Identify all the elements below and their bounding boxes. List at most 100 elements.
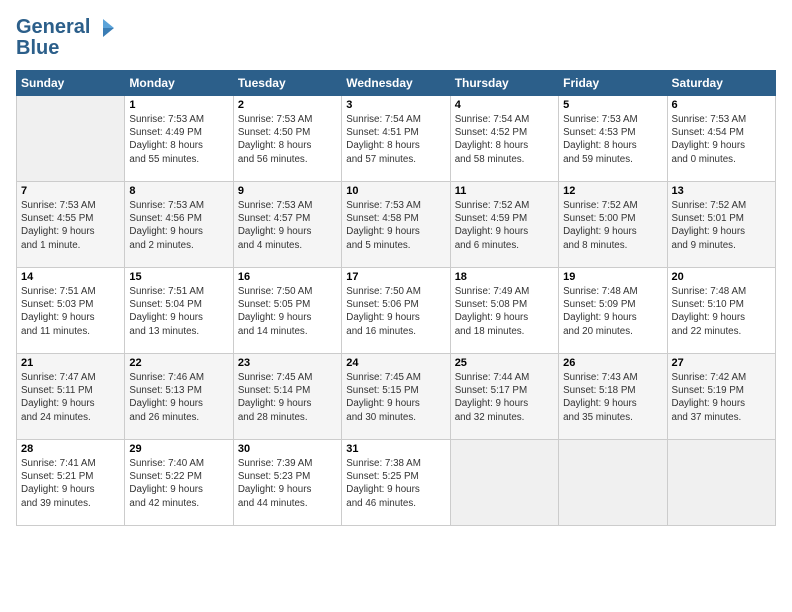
day-number: 21 xyxy=(21,357,120,369)
calendar-cell: 13 Sunrise: 7:52 AM Sunset: 5:01 PM Dayli… xyxy=(667,182,775,268)
day-number: 18 xyxy=(455,271,554,283)
day-info: Sunrise: 7:52 AM Sunset: 5:00 PM Dayligh… xyxy=(563,199,662,252)
day-info: Sunrise: 7:53 AM Sunset: 4:49 PM Dayligh… xyxy=(129,113,228,166)
calendar-cell: 25 Sunrise: 7:44 AM Sunset: 5:17 PM Dayli… xyxy=(450,354,558,440)
day-info: Sunrise: 7:53 AM Sunset: 4:54 PM Dayligh… xyxy=(672,113,771,166)
header-day-friday: Friday xyxy=(559,71,667,96)
day-number: 8 xyxy=(129,185,228,197)
day-number: 28 xyxy=(21,443,120,455)
calendar-cell: 11Sunrise: 7:52 AM Sunset: 4:59 PM Dayli… xyxy=(450,182,558,268)
calendar-cell: 20 Sunrise: 7:48 AM Sunset: 5:10 PM Dayli… xyxy=(667,268,775,354)
calendar-cell: 18 Sunrise: 7:49 AM Sunset: 5:08 PM Dayli… xyxy=(450,268,558,354)
day-number: 6 xyxy=(672,99,771,111)
calendar-cell: 27Sunrise: 7:42 AM Sunset: 5:19 PM Dayli… xyxy=(667,354,775,440)
calendar-cell: 10 Sunrise: 7:53 AM Sunset: 4:58 PM Dayli… xyxy=(342,182,450,268)
day-info: Sunrise: 7:53 AM Sunset: 4:55 PM Dayligh… xyxy=(21,199,120,252)
calendar-cell: 9 Sunrise: 7:53 AM Sunset: 4:57 PM Daylig… xyxy=(233,182,341,268)
day-info: Sunrise: 7:41 AM Sunset: 5:21 PM Dayligh… xyxy=(21,457,120,510)
logo-brand: General xyxy=(16,16,114,39)
calendar-cell: 14 Sunrise: 7:51 AM Sunset: 5:03 PM Dayli… xyxy=(17,268,125,354)
calendar-cell: 15 Sunrise: 7:51 AM Sunset: 5:04 PM Dayli… xyxy=(125,268,233,354)
day-info: Sunrise: 7:53 AM Sunset: 4:56 PM Dayligh… xyxy=(129,199,228,252)
day-info: Sunrise: 7:39 AM Sunset: 5:23 PM Dayligh… xyxy=(238,457,337,510)
day-info: Sunrise: 7:49 AM Sunset: 5:08 PM Dayligh… xyxy=(455,285,554,338)
logo-blue: Blue xyxy=(16,37,59,60)
calendar-cell: 12 Sunrise: 7:52 AM Sunset: 5:00 PM Dayli… xyxy=(559,182,667,268)
day-info: Sunrise: 7:52 AM Sunset: 5:01 PM Dayligh… xyxy=(672,199,771,252)
day-number: 2 xyxy=(238,99,337,111)
header-day-sunday: Sunday xyxy=(17,71,125,96)
header-day-wednesday: Wednesday xyxy=(342,71,450,96)
day-number: 5 xyxy=(563,99,662,111)
calendar-cell: 19 Sunrise: 7:48 AM Sunset: 5:09 PM Dayli… xyxy=(559,268,667,354)
day-info: Sunrise: 7:48 AM Sunset: 5:10 PM Dayligh… xyxy=(672,285,771,338)
day-number: 16 xyxy=(238,271,337,283)
week-row-3: 14 Sunrise: 7:51 AM Sunset: 5:03 PM Dayli… xyxy=(17,268,776,354)
day-info: Sunrise: 7:45 AM Sunset: 5:15 PM Dayligh… xyxy=(346,371,445,424)
page-header: General Blue xyxy=(16,16,776,60)
calendar-cell: 6 Sunrise: 7:53 AM Sunset: 4:54 PM Daylig… xyxy=(667,96,775,182)
day-number: 1 xyxy=(129,99,228,111)
day-number: 23 xyxy=(238,357,337,369)
logo-general: General xyxy=(16,16,90,39)
week-row-5: 28 Sunrise: 7:41 AM Sunset: 5:21 PM Dayli… xyxy=(17,440,776,526)
calendar-cell: 21 Sunrise: 7:47 AM Sunset: 5:11 PM Dayli… xyxy=(17,354,125,440)
day-number: 29 xyxy=(129,443,228,455)
day-info: Sunrise: 7:52 AM Sunset: 4:59 PM Dayligh… xyxy=(455,199,554,252)
calendar-cell: 7 Sunrise: 7:53 AM Sunset: 4:55 PM Daylig… xyxy=(17,182,125,268)
day-number: 15 xyxy=(129,271,228,283)
day-number: 14 xyxy=(21,271,120,283)
day-info: Sunrise: 7:44 AM Sunset: 5:17 PM Dayligh… xyxy=(455,371,554,424)
day-number: 7 xyxy=(21,185,120,197)
calendar-cell: 3Sunrise: 7:54 AM Sunset: 4:51 PM Daylig… xyxy=(342,96,450,182)
day-number: 20 xyxy=(672,271,771,283)
day-number: 10 xyxy=(346,185,445,197)
day-info: Sunrise: 7:51 AM Sunset: 5:04 PM Dayligh… xyxy=(129,285,228,338)
week-row-2: 7 Sunrise: 7:53 AM Sunset: 4:55 PM Daylig… xyxy=(17,182,776,268)
calendar-cell: 29 Sunrise: 7:40 AM Sunset: 5:22 PM Dayli… xyxy=(125,440,233,526)
calendar-cell: 17 Sunrise: 7:50 AM Sunset: 5:06 PM Dayli… xyxy=(342,268,450,354)
day-number: 25 xyxy=(455,357,554,369)
day-info: Sunrise: 7:54 AM Sunset: 4:52 PM Dayligh… xyxy=(455,113,554,166)
calendar-cell: 1 Sunrise: 7:53 AM Sunset: 4:49 PM Daylig… xyxy=(125,96,233,182)
logo-bird-icon xyxy=(92,17,114,39)
day-number: 12 xyxy=(563,185,662,197)
calendar-cell: 30 Sunrise: 7:39 AM Sunset: 5:23 PM Dayli… xyxy=(233,440,341,526)
header-day-monday: Monday xyxy=(125,71,233,96)
day-info: Sunrise: 7:48 AM Sunset: 5:09 PM Dayligh… xyxy=(563,285,662,338)
calendar-cell: 26Sunrise: 7:43 AM Sunset: 5:18 PM Dayli… xyxy=(559,354,667,440)
header-row: SundayMondayTuesdayWednesdayThursdayFrid… xyxy=(17,71,776,96)
day-info: Sunrise: 7:50 AM Sunset: 5:06 PM Dayligh… xyxy=(346,285,445,338)
calendar-cell: 31Sunrise: 7:38 AM Sunset: 5:25 PM Dayli… xyxy=(342,440,450,526)
logo: General Blue xyxy=(16,16,114,60)
calendar-cell: 16 Sunrise: 7:50 AM Sunset: 5:05 PM Dayli… xyxy=(233,268,341,354)
day-info: Sunrise: 7:45 AM Sunset: 5:14 PM Dayligh… xyxy=(238,371,337,424)
day-number: 24 xyxy=(346,357,445,369)
day-info: Sunrise: 7:38 AM Sunset: 5:25 PM Dayligh… xyxy=(346,457,445,510)
calendar-cell xyxy=(559,440,667,526)
day-info: Sunrise: 7:53 AM Sunset: 4:58 PM Dayligh… xyxy=(346,199,445,252)
day-info: Sunrise: 7:51 AM Sunset: 5:03 PM Dayligh… xyxy=(21,285,120,338)
calendar-cell: 23 Sunrise: 7:45 AM Sunset: 5:14 PM Dayli… xyxy=(233,354,341,440)
day-info: Sunrise: 7:50 AM Sunset: 5:05 PM Dayligh… xyxy=(238,285,337,338)
day-number: 13 xyxy=(672,185,771,197)
day-info: Sunrise: 7:53 AM Sunset: 4:57 PM Dayligh… xyxy=(238,199,337,252)
calendar-table: SundayMondayTuesdayWednesdayThursdayFrid… xyxy=(16,70,776,526)
calendar-cell xyxy=(450,440,558,526)
calendar-cell: 8 Sunrise: 7:53 AM Sunset: 4:56 PM Daylig… xyxy=(125,182,233,268)
day-number: 3 xyxy=(346,99,445,111)
header-day-thursday: Thursday xyxy=(450,71,558,96)
day-info: Sunrise: 7:40 AM Sunset: 5:22 PM Dayligh… xyxy=(129,457,228,510)
day-number: 19 xyxy=(563,271,662,283)
day-number: 27 xyxy=(672,357,771,369)
calendar-cell: 2 Sunrise: 7:53 AM Sunset: 4:50 PM Daylig… xyxy=(233,96,341,182)
day-number: 17 xyxy=(346,271,445,283)
header-day-saturday: Saturday xyxy=(667,71,775,96)
day-number: 9 xyxy=(238,185,337,197)
day-info: Sunrise: 7:53 AM Sunset: 4:50 PM Dayligh… xyxy=(238,113,337,166)
week-row-4: 21 Sunrise: 7:47 AM Sunset: 5:11 PM Dayli… xyxy=(17,354,776,440)
header-day-tuesday: Tuesday xyxy=(233,71,341,96)
day-number: 30 xyxy=(238,443,337,455)
week-row-1: 1 Sunrise: 7:53 AM Sunset: 4:49 PM Daylig… xyxy=(17,96,776,182)
day-info: Sunrise: 7:47 AM Sunset: 5:11 PM Dayligh… xyxy=(21,371,120,424)
